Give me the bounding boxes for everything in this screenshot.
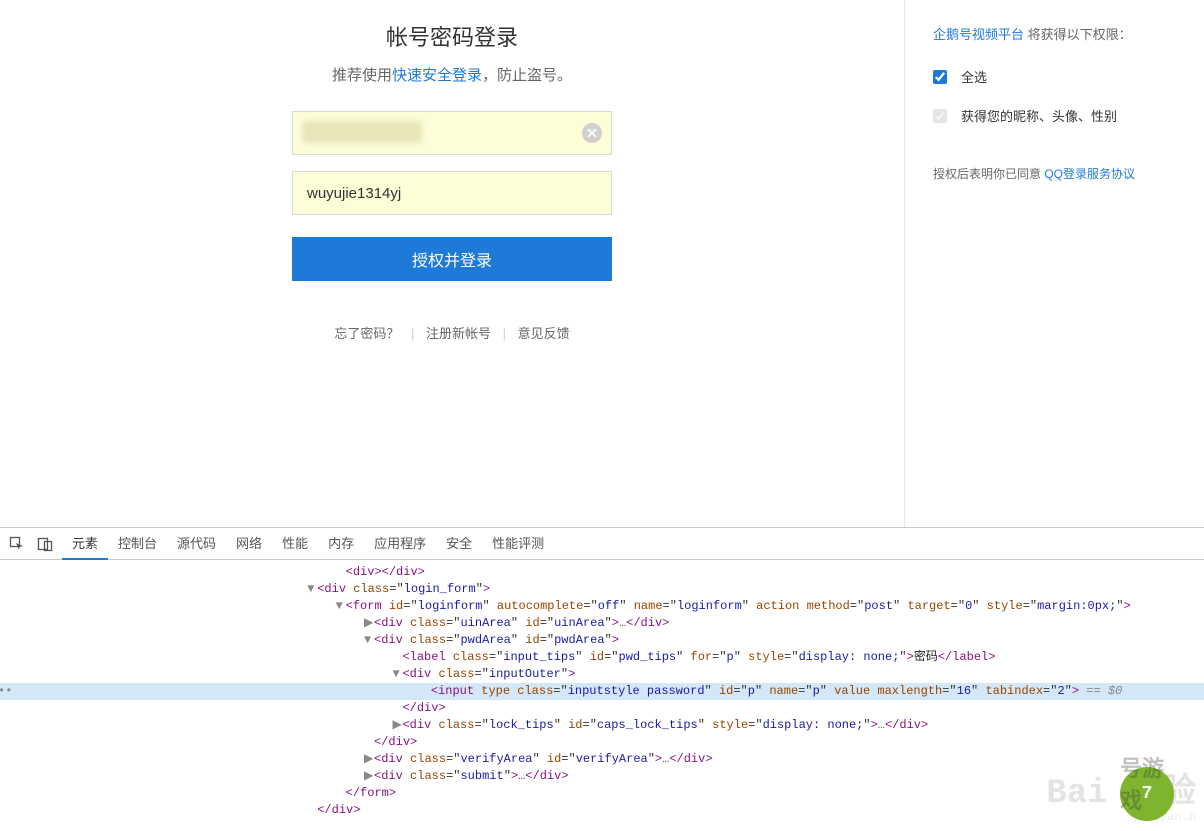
app-name-link[interactable]: 企鹅号视频平台 (933, 27, 1024, 42)
dom-tree-line[interactable]: ▶<div class="submit">…</div> (0, 768, 1204, 785)
dom-tree-line[interactable]: <label class="input_tips" id="pwd_tips" … (0, 649, 1204, 666)
password-field-wrap (292, 171, 612, 215)
login-panel: 帐号密码登录 推荐使用快速安全登录，防止盗号。 授权并登录 忘了密码？ | 注册… (0, 0, 904, 527)
devtools-tab-7[interactable]: 安全 (436, 528, 482, 560)
devtools-tab-3[interactable]: 网络 (226, 528, 272, 560)
dom-tree-line[interactable]: <div></div> (0, 564, 1204, 581)
service-agreement-link[interactable]: QQ登录服务协议 (1044, 167, 1135, 181)
subtitle-suffix: ，防止盗号。 (482, 67, 572, 84)
separator: | (503, 326, 506, 341)
select-all-label: 全选 (961, 67, 987, 86)
dom-tree-line[interactable]: ▼<form id="loginform" autocomplete="off"… (0, 598, 1204, 615)
quick-login-link[interactable]: 快速安全登录 (392, 67, 482, 84)
profile-permission-label: 获得您的昵称、头像、性别 (961, 106, 1117, 125)
clear-username-icon[interactable] (582, 123, 602, 143)
login-subtitle: 推荐使用快速安全登录，防止盗号。 (292, 64, 612, 85)
device-toolbar-icon[interactable] (34, 533, 56, 555)
username-blur-overlay (302, 121, 422, 143)
devtools-tab-2[interactable]: 源代码 (167, 528, 226, 560)
forgot-password-link[interactable]: 忘了密码？ (334, 326, 399, 341)
devtools-tab-8[interactable]: 性能评测 (482, 528, 554, 560)
password-input[interactable] (292, 171, 612, 215)
dom-tree-line[interactable]: ▼<div class="inputOuter"> (0, 666, 1204, 683)
devtools-tab-5[interactable]: 内存 (318, 528, 364, 560)
devtools-tab-4[interactable]: 性能 (272, 528, 318, 560)
select-all-checkbox[interactable] (933, 70, 947, 84)
dom-tree-line[interactable]: </div> (0, 700, 1204, 717)
dom-tree-line[interactable]: ▶<div class="lock_tips" id="caps_lock_ti… (0, 717, 1204, 734)
dom-tree-line[interactable]: </form> (0, 785, 1204, 802)
devtools-panel: 元素控制台源代码网络性能内存应用程序安全性能评测 Bai 经验 jingyan.… (0, 527, 1204, 831)
profile-permission-row[interactable]: 获得您的昵称、头像、性别 (933, 106, 1204, 125)
login-footer-links: 忘了密码？ | 注册新帐号 | 意见反馈 (292, 323, 612, 342)
devtools-tab-0[interactable]: 元素 (62, 528, 108, 560)
auth-heading: 企鹅号视频平台 将获得以下权限： (933, 24, 1204, 43)
dom-tree-line[interactable]: ▼<div class="login_form"> (0, 581, 1204, 598)
devtools-elements-tree[interactable]: Bai 经验 jingyan.b 7 号游戏 <div></div> ▼<div… (0, 560, 1204, 831)
auth-heading-suffix: 将获得以下权限： (1024, 27, 1132, 42)
login-title: 帐号密码登录 (292, 20, 612, 52)
select-all-row[interactable]: 全选 (933, 67, 1204, 86)
dom-tree-line[interactable]: ▶<div class="uinArea" id="uinArea">…</di… (0, 615, 1204, 632)
separator: | (411, 326, 414, 341)
feedback-link[interactable]: 意见反馈 (518, 326, 570, 341)
register-link[interactable]: 注册新帐号 (426, 326, 491, 341)
dom-tree-line[interactable]: ▶<div class="verifyArea" id="verifyArea"… (0, 751, 1204, 768)
authorize-login-button[interactable]: 授权并登录 (292, 237, 612, 281)
devtools-tabbar: 元素控制台源代码网络性能内存应用程序安全性能评测 (0, 528, 1204, 560)
dom-tree-line[interactable]: </div> (0, 802, 1204, 819)
agreement-row: 授权后表明你已同意 QQ登录服务协议 (933, 165, 1204, 182)
profile-permission-checkbox[interactable] (933, 109, 947, 123)
devtools-tab-1[interactable]: 控制台 (108, 528, 167, 560)
authorization-panel: 企鹅号视频平台 将获得以下权限： 全选 获得您的昵称、头像、性别 授权后表明你已… (904, 0, 1204, 527)
subtitle-prefix: 推荐使用 (332, 67, 392, 84)
username-field-wrap (292, 111, 612, 155)
devtools-tab-6[interactable]: 应用程序 (364, 528, 436, 560)
inspect-element-icon[interactable] (6, 533, 28, 555)
dom-tree-line[interactable]: <input type class="inputstyle password" … (0, 683, 1204, 700)
dom-tree-line[interactable]: ▼<div class="pwdArea" id="pwdArea"> (0, 632, 1204, 649)
dom-tree-line[interactable]: </div> (0, 734, 1204, 751)
agreement-prefix: 授权后表明你已同意 (933, 167, 1044, 181)
